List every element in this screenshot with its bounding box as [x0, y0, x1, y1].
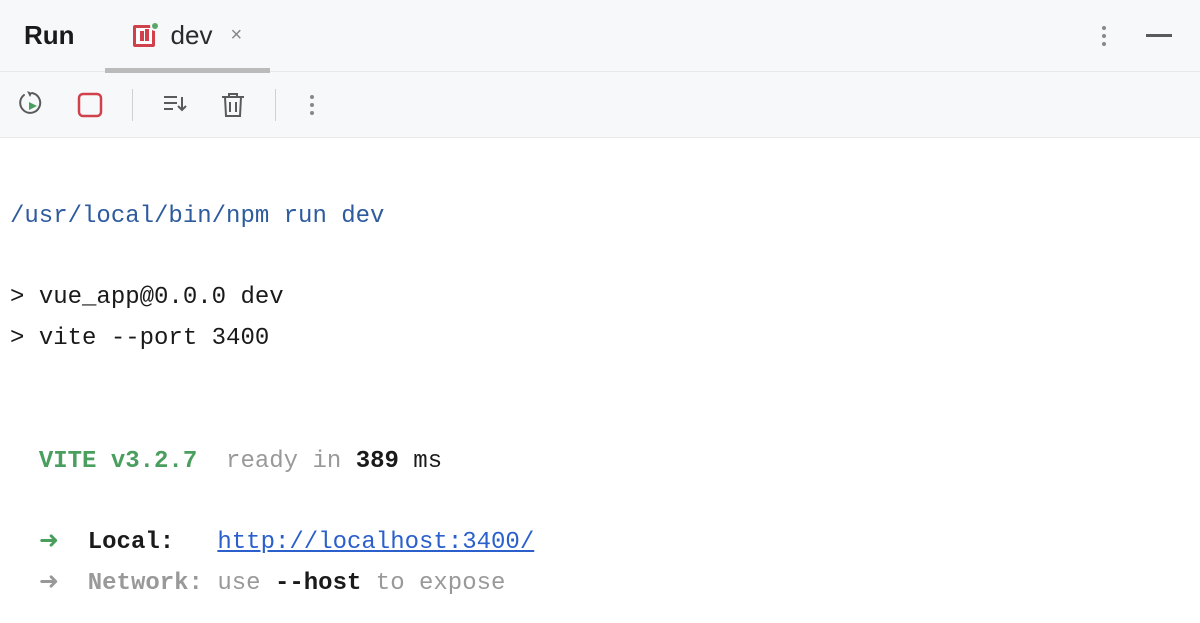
ready-time: 389: [356, 448, 399, 475]
ready-suffix: ms: [399, 448, 442, 475]
close-icon[interactable]: ×: [230, 24, 242, 47]
toolbar: [0, 72, 1200, 138]
trash-icon[interactable]: [217, 89, 249, 121]
local-label: Local:: [88, 529, 174, 556]
tab-label: dev: [171, 20, 213, 51]
vite-version: VITE v3.2.7: [39, 448, 197, 475]
minimize-icon[interactable]: [1146, 34, 1172, 37]
output-line: > vite --port 3400: [10, 325, 269, 352]
local-url-link[interactable]: http://localhost:3400/: [217, 529, 534, 556]
panel-title: Run: [24, 20, 75, 51]
tab-underline: [105, 68, 271, 73]
arrow-icon: ➜: [39, 529, 59, 556]
tab-dev[interactable]: dev ×: [125, 0, 251, 72]
header-actions: [1094, 18, 1172, 54]
console-output: /usr/local/bin/npm run dev > vue_app@0.0…: [0, 138, 1200, 623]
toolbar-more-icon[interactable]: [302, 87, 322, 123]
rerun-button[interactable]: [16, 89, 48, 121]
stop-button[interactable]: [74, 89, 106, 121]
npm-icon: [133, 22, 161, 50]
output-line: > vue_app@0.0.0 dev: [10, 284, 284, 311]
ready-text: ready in: [197, 448, 355, 475]
header-bar: Run dev ×: [0, 0, 1200, 72]
network-text: to expose: [361, 570, 505, 597]
toolbar-divider: [132, 89, 133, 121]
scroll-to-end-button[interactable]: [159, 89, 191, 121]
network-label: Network:: [88, 570, 203, 597]
arrow-icon: ➜: [39, 570, 59, 597]
network-text: use: [203, 570, 275, 597]
command-line: /usr/local/bin/npm run dev: [10, 203, 384, 230]
network-flag: --host: [275, 570, 361, 597]
toolbar-divider: [275, 89, 276, 121]
more-options-icon[interactable]: [1094, 18, 1114, 54]
